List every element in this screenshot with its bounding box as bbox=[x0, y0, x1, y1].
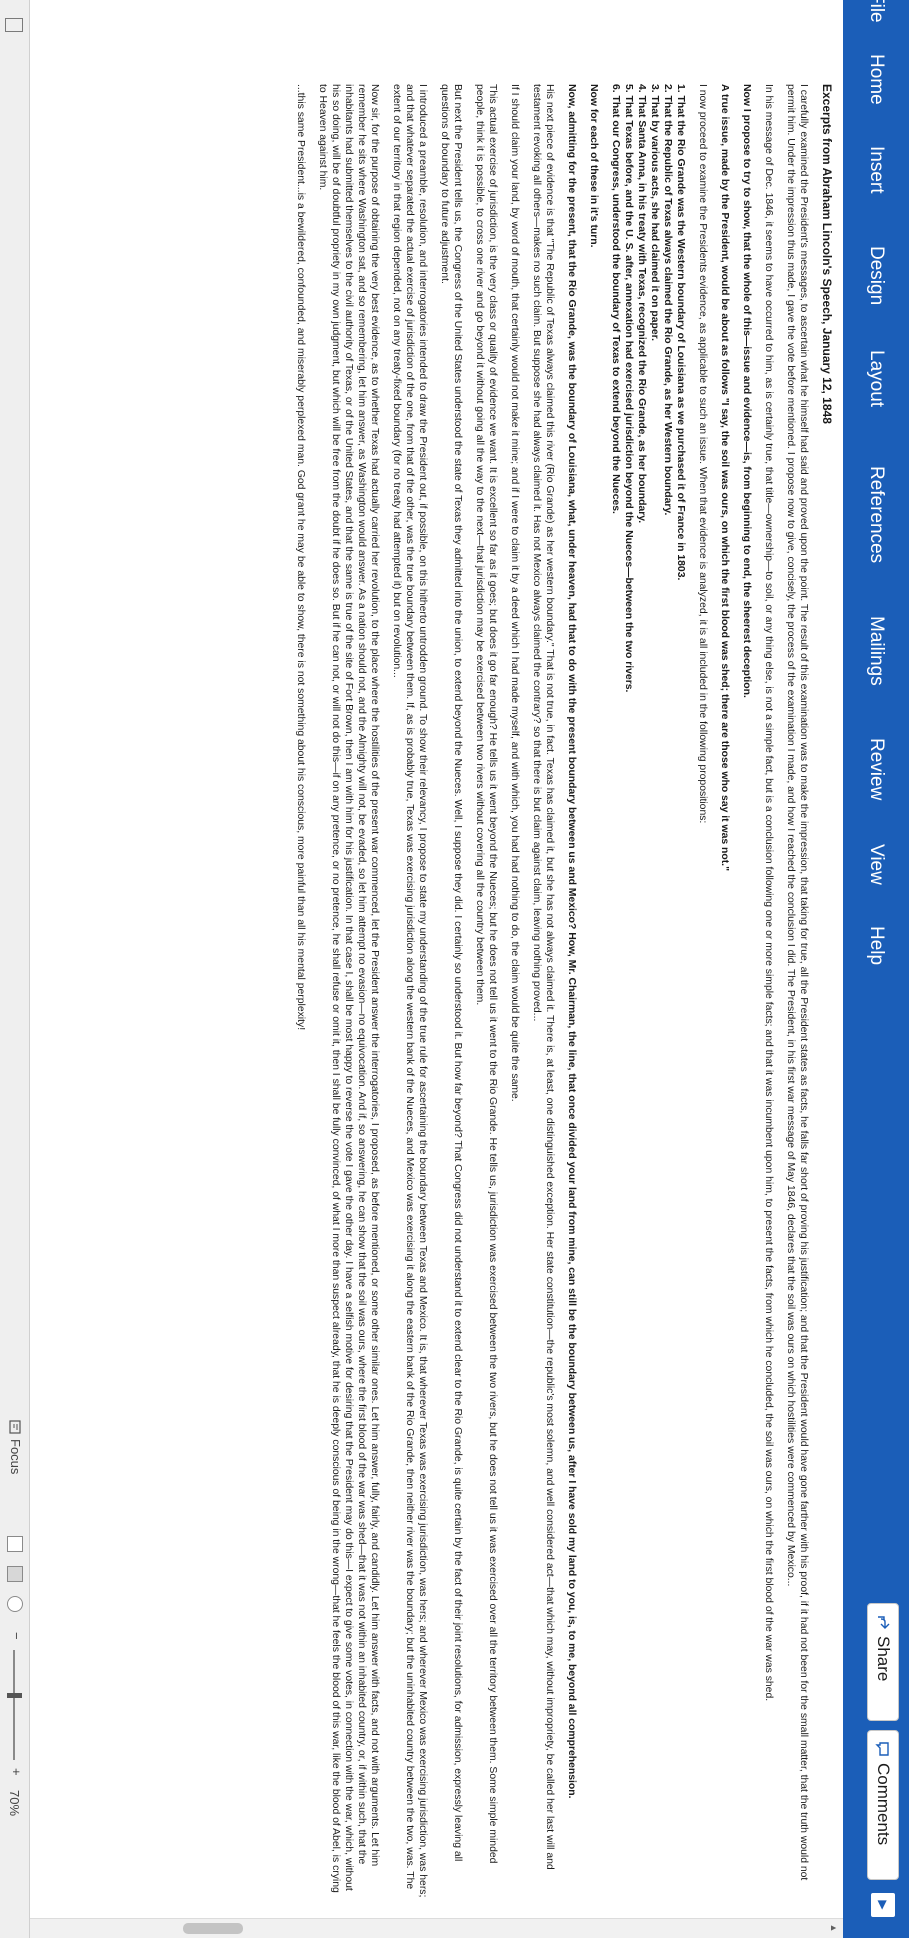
paragraph: Now sir, for the purpose of obtaining th… bbox=[317, 84, 380, 1893]
zoom-slider-thumb[interactable] bbox=[7, 1693, 22, 1698]
paragraph: In his message of Dec. 1846, it seems to… bbox=[763, 84, 774, 1702]
read-mode-icon[interactable] bbox=[7, 1536, 23, 1552]
list-item: 6. That our Congress, understood the bou… bbox=[610, 84, 621, 514]
focus-button[interactable]: Focus bbox=[8, 1420, 23, 1474]
paragraph: I carefully examined the President's mes… bbox=[785, 84, 809, 1881]
zoom-in-button[interactable]: + bbox=[9, 1768, 24, 1776]
comments-button[interactable]: Comments bbox=[867, 1730, 899, 1880]
comments-label: Comments bbox=[874, 1763, 893, 1846]
paragraph: Now I propose to try to show, that the w… bbox=[741, 84, 752, 698]
share-button[interactable]: Share bbox=[867, 1603, 899, 1721]
scrollbar-thumb[interactable] bbox=[183, 1923, 243, 1934]
status-bar: Focus − + 70% bbox=[0, 0, 30, 1938]
focus-icon bbox=[9, 1420, 22, 1434]
tab-review[interactable]: Review bbox=[865, 738, 887, 800]
paragraph: I now proceed to examine the Presidents … bbox=[697, 84, 708, 824]
document-page[interactable]: Excerpts from Abraham Lincoln's Speech, … bbox=[33, 84, 834, 1899]
share-label: Share bbox=[874, 1636, 893, 1682]
list-item: 1. That the Rio Grande was the Western b… bbox=[675, 84, 686, 581]
word-window: File Home Insert Design Layout Reference… bbox=[0, 0, 909, 1938]
list-item: 4. That Santa Anna, in his treaty with T… bbox=[636, 84, 647, 524]
paragraph: I introduced a preamble, resolution, and… bbox=[391, 84, 428, 1898]
ribbon-collapse-icon[interactable]: ▶ bbox=[871, 1893, 895, 1917]
paragraph: But next the President tells us, the Con… bbox=[439, 84, 463, 1862]
scroll-up-icon[interactable]: ▲ bbox=[825, 1920, 839, 1936]
print-layout-icon[interactable] bbox=[7, 1566, 23, 1582]
propositions-list: 1. That the Rio Grande was the Western b… bbox=[609, 84, 687, 1899]
tab-design[interactable]: Design bbox=[865, 246, 887, 305]
paragraph: This actual exercise of jurisdiction, is… bbox=[474, 84, 498, 1864]
page-count-icon[interactable] bbox=[5, 18, 23, 32]
tab-insert[interactable]: Insert bbox=[865, 146, 887, 194]
share-icon bbox=[878, 1616, 890, 1629]
tab-view[interactable]: View bbox=[865, 844, 887, 885]
web-layout-icon[interactable] bbox=[7, 1596, 23, 1612]
list-item: 3. That by various acts, she had claimed… bbox=[649, 84, 660, 341]
tab-mailings[interactable]: Mailings bbox=[865, 616, 887, 686]
zoom-slider[interactable] bbox=[13, 1650, 15, 1760]
tab-references[interactable]: References bbox=[865, 466, 887, 563]
comment-icon bbox=[875, 1742, 889, 1756]
tab-file[interactable]: File bbox=[865, 0, 887, 23]
paragraph: A true issue, made by the President, wou… bbox=[719, 84, 730, 871]
focus-label: Focus bbox=[8, 1439, 23, 1475]
paragraph: ...this same President...is a bewildered… bbox=[295, 84, 306, 1031]
paragraph: Now, admitting for the present, that the… bbox=[566, 84, 577, 1799]
paragraph: Now for each of these in it's turn. bbox=[588, 84, 599, 248]
tab-home[interactable]: Home bbox=[865, 54, 887, 105]
paragraph: His next piece of evidence is that "The … bbox=[531, 84, 555, 1870]
list-item: 5. That Texas before, and the U. S. afte… bbox=[623, 84, 634, 693]
tab-help[interactable]: Help bbox=[865, 926, 887, 965]
tab-layout[interactable]: Layout bbox=[865, 350, 887, 407]
paragraph: If I should claim your land, by word of … bbox=[509, 84, 520, 1102]
document-title: Excerpts from Abraham Lincoln's Speech, … bbox=[820, 84, 834, 424]
vertical-scrollbar[interactable] bbox=[30, 1918, 843, 1938]
zoom-out-button[interactable]: − bbox=[9, 1632, 24, 1640]
document-area[interactable]: Excerpts from Abraham Lincoln's Speech, … bbox=[30, 0, 843, 1938]
zoom-level[interactable]: 70% bbox=[7, 1790, 22, 1816]
ribbon: File Home Insert Design Layout Reference… bbox=[842, 0, 909, 1938]
list-item: 2. That the Republic of Texas always cla… bbox=[662, 84, 673, 516]
